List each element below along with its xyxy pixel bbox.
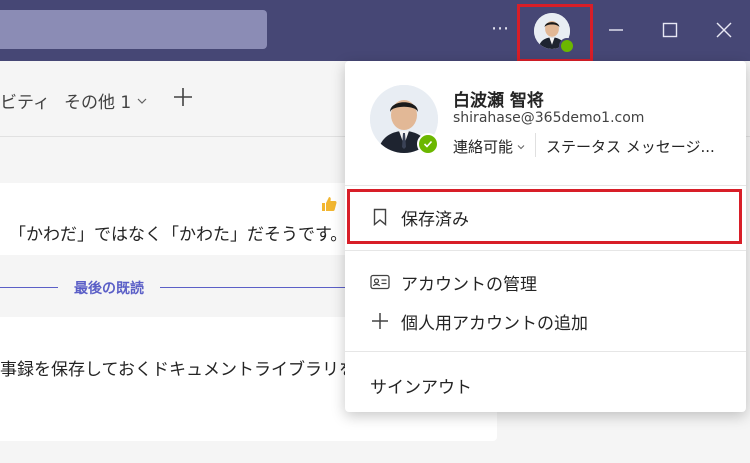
- divider: [345, 250, 746, 251]
- menu-item-label: アカウントの管理: [401, 274, 537, 295]
- bookmark-icon: [369, 206, 391, 228]
- chevron-down-icon: [137, 98, 147, 104]
- message-card[interactable]: 「かわだ」ではなく「かわた」だそうです。: [0, 183, 370, 255]
- presence-available-icon: [417, 133, 439, 155]
- profile-menu: 白波瀬 智将 shirahase@365demo1.com 連絡可能 ステータス…: [345, 61, 746, 412]
- tab-more[interactable]: その他 1: [64, 88, 147, 113]
- last-read-label: 最後の既読: [58, 278, 160, 298]
- divider: [345, 351, 746, 352]
- last-read-divider: [0, 287, 345, 288]
- menu-item-label: 保存済み: [401, 209, 469, 230]
- status-selector[interactable]: 連絡可能: [453, 136, 525, 157]
- tab-activity[interactable]: ビティ: [0, 88, 50, 113]
- profile-avatar-button[interactable]: [517, 4, 593, 62]
- menu-item-add-personal-account[interactable]: 個人用アカウントの追加: [345, 302, 746, 340]
- presence-available-icon: [559, 38, 575, 54]
- more-options-icon[interactable]: ⋯: [488, 17, 512, 41]
- menu-item-label: サインアウト: [370, 377, 472, 398]
- minimize-icon[interactable]: [600, 14, 632, 46]
- menu-item-saved[interactable]: 保存済み: [345, 198, 746, 236]
- plus-icon[interactable]: [172, 86, 194, 108]
- menu-item-manage-account[interactable]: アカウントの管理: [345, 263, 746, 301]
- id-card-icon: [369, 271, 391, 293]
- user-email: shirahase@365demo1.com: [453, 110, 645, 126]
- chevron-down-icon: [517, 144, 525, 149]
- tab-more-label: その他 1: [64, 93, 132, 113]
- thumbs-up-icon[interactable]: [320, 195, 338, 213]
- message-text: 事録を保存しておくドキュメントライブラリを: [0, 360, 345, 380]
- maximize-icon[interactable]: [654, 14, 686, 46]
- search-box[interactable]: [0, 10, 267, 49]
- menu-item-label: 個人用アカウントの追加: [401, 313, 588, 334]
- user-name: 白波瀬 智将: [453, 91, 544, 111]
- status-message-button[interactable]: ステータス メッセージ...: [546, 136, 715, 157]
- message-text: 「かわだ」ではなく「かわた」だそうです。: [9, 225, 348, 245]
- divider: [345, 185, 746, 186]
- close-icon[interactable]: [708, 14, 740, 46]
- plus-icon: [369, 310, 391, 332]
- separator: [535, 133, 536, 157]
- status-label: 連絡可能: [453, 138, 514, 156]
- menu-item-sign-out[interactable]: サインアウト: [345, 366, 746, 404]
- title-bar: ⋯: [0, 0, 750, 62]
